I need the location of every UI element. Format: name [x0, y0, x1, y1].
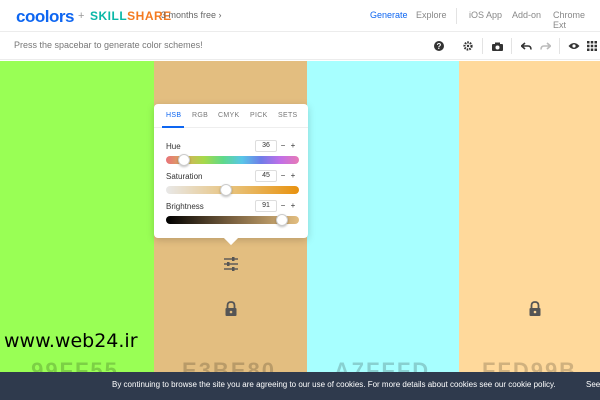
color-picker-panel: HSB RGB CMYK PICK SETS Hue 36 − + Satura… — [154, 104, 308, 238]
saturation-input[interactable]: 45 — [255, 170, 277, 182]
cookie-message: By continuing to browse the site you are… — [112, 380, 556, 389]
tab-hsb[interactable]: HSB — [166, 112, 181, 119]
color-column-4[interactable]: FFD99B — [459, 61, 600, 400]
nav-explore[interactable]: Explore — [416, 10, 447, 20]
brightness-slider-handle[interactable] — [276, 214, 289, 226]
svg-text:?: ? — [437, 42, 442, 51]
nav-generate[interactable]: Generate — [370, 10, 408, 20]
coolors-logo[interactable]: coolors — [16, 7, 74, 27]
saturation-increment-button[interactable]: + — [288, 170, 298, 182]
watermark-text: www.web24.ir — [4, 330, 138, 352]
cookie-banner: By continuing to browse the site you are… — [0, 372, 600, 400]
adjust-sliders-icon[interactable] — [223, 256, 239, 272]
nav-chrome-ext[interactable]: Chrome Ext — [553, 10, 600, 30]
hue-increment-button[interactable]: + — [288, 140, 298, 152]
lock-icon[interactable] — [528, 301, 544, 317]
saturation-label: Saturation — [166, 172, 203, 181]
toolbar-divider — [559, 38, 560, 54]
picker-tabs: HSB RGB CMYK PICK SETS — [154, 104, 308, 128]
camera-icon[interactable] — [490, 39, 504, 53]
hue-slider-handle[interactable] — [178, 154, 191, 166]
eye-icon[interactable] — [567, 39, 581, 53]
tab-rgb[interactable]: RGB — [192, 112, 208, 119]
gear-icon[interactable] — [461, 39, 475, 53]
undo-icon[interactable] — [519, 39, 533, 53]
promo-text: 3 months free — [161, 10, 217, 20]
chevron-right-icon: › — [218, 10, 222, 20]
nav-add-on[interactable]: Add-on — [512, 10, 541, 20]
toolbar-divider — [482, 38, 483, 54]
hue-label: Hue — [166, 142, 181, 151]
tab-sets[interactable]: SETS — [278, 112, 297, 119]
help-icon[interactable]: ? — [432, 39, 446, 53]
brightness-increment-button[interactable]: + — [288, 200, 298, 212]
brightness-decrement-button[interactable]: − — [278, 200, 288, 212]
saturation-decrement-button[interactable]: − — [278, 170, 288, 182]
brightness-input[interactable]: 91 — [255, 200, 277, 212]
nav-divider — [456, 8, 457, 24]
brightness-label: Brightness — [166, 202, 204, 211]
saturation-slider-track[interactable] — [166, 186, 299, 194]
tab-cmyk[interactable]: CMYK — [218, 112, 239, 119]
plus-separator: + — [78, 10, 85, 22]
skillshare-logo[interactable]: SKILLSHARE — [90, 9, 172, 23]
color-column-3[interactable]: A7FFFD — [307, 61, 459, 400]
hue-decrement-button[interactable]: − — [278, 140, 288, 152]
toolbar: Press the spacebar to generate color sch… — [0, 32, 600, 60]
active-tab-indicator — [162, 126, 184, 128]
saturation-slider-handle[interactable] — [220, 184, 233, 196]
tab-pick[interactable]: PICK — [250, 112, 268, 119]
promo-link[interactable]: 3 months free › — [161, 10, 222, 20]
cookie-see-link[interactable]: See — [586, 380, 600, 389]
redo-icon[interactable] — [538, 39, 552, 53]
hue-input[interactable]: 36 — [255, 140, 277, 152]
spacebar-hint: Press the spacebar to generate color sch… — [14, 40, 203, 50]
toolbar-divider — [511, 38, 512, 54]
skillshare-part1: SKILL — [90, 9, 128, 23]
grid-menu-icon[interactable] — [585, 39, 599, 53]
lock-icon[interactable] — [224, 301, 240, 317]
top-navbar: coolors + SKILLSHARE 3 months free › Gen… — [0, 0, 600, 32]
nav-ios-app[interactable]: iOS App — [469, 10, 502, 20]
